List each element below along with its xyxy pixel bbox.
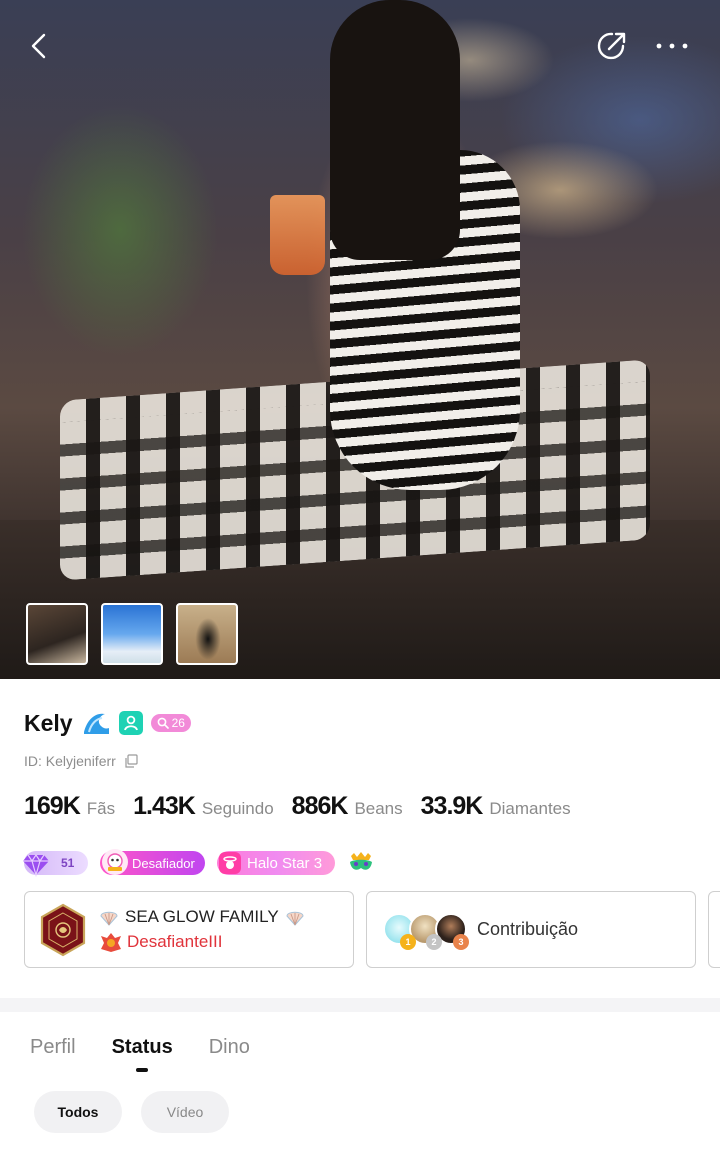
family-rank: DesafianteIII	[127, 931, 223, 951]
challenger-mascot-icon	[102, 849, 128, 875]
family-name-row: SEA GLOW FAMILY	[99, 907, 305, 927]
more-button[interactable]	[648, 22, 696, 70]
level-value: 26	[171, 716, 185, 730]
photo-thumbnail[interactable]	[26, 603, 88, 665]
family-crest-icon	[39, 903, 87, 957]
search-level-icon	[157, 717, 169, 729]
more-dots-icon	[656, 43, 688, 49]
photo-thumbnail[interactable]	[101, 603, 163, 665]
profile-cards: SEA GLOW FAMILY DesafianteIII 1 2 3 Cont…	[24, 891, 720, 968]
contribution-label: Contribuição	[477, 919, 579, 939]
tab-perfil-label: Perfil	[30, 1036, 76, 1058]
profile-stats: 169K Fãs 1.43K Seguindo 886K Beans 33.9K…	[24, 792, 589, 821]
section-divider	[0, 998, 720, 1012]
profile-tabs: Perfil Status Dino	[30, 1036, 250, 1076]
diamonds-label: Diamantes	[489, 799, 571, 818]
rank-medal-gold: 1	[400, 933, 416, 950]
share-icon	[597, 32, 626, 60]
photo-plant-shape	[0, 60, 280, 420]
halo-star-label: Halo Star 3	[247, 854, 323, 872]
rank-crest-icon	[101, 932, 121, 952]
share-button[interactable]	[588, 22, 636, 70]
badges-row: 51 Desafiador Halo Star 3	[23, 849, 375, 877]
shell-icon	[286, 911, 304, 926]
photo-cup-shape	[270, 195, 325, 275]
contribution-card[interactable]: 1 2 3 Contribuição	[366, 891, 696, 968]
desafiador-label: Desafiador	[132, 855, 195, 871]
tab-dino[interactable]: Dino	[209, 1036, 250, 1066]
filter-todos[interactable]: Todos	[34, 1091, 122, 1133]
copy-icon[interactable]	[124, 754, 138, 768]
tab-perfil[interactable]: Perfil	[30, 1036, 76, 1066]
active-tab-indicator	[136, 1068, 149, 1072]
verified-icon	[118, 711, 143, 735]
chevron-left-icon	[31, 33, 46, 59]
carnival-mask-icon[interactable]	[347, 851, 375, 875]
profile-id: ID: Kelyjeniferr	[24, 753, 116, 769]
family-rank-row: DesafianteIII	[99, 931, 305, 953]
diamond-icon	[23, 853, 49, 877]
fans-count[interactable]: 169K	[24, 792, 81, 821]
photo-thumbnails	[26, 603, 238, 665]
gem-level-value: 51	[61, 856, 75, 870]
level-badge: 26	[150, 714, 191, 732]
beans-count: 886K	[291, 792, 349, 820]
shell-icon	[100, 911, 118, 926]
following-count[interactable]: 1.43K	[133, 792, 196, 821]
family-card[interactable]: SEA GLOW FAMILY DesafianteIII	[24, 891, 354, 968]
photo-hair-shape	[330, 0, 460, 260]
fans-label: Fãs	[86, 799, 116, 818]
profile-id-row[interactable]: ID: Kelyjeniferr	[24, 753, 138, 769]
desafiador-badge[interactable]: Desafiador	[100, 849, 205, 875]
profile-cover-photo[interactable]	[0, 0, 720, 679]
family-name: SEA GLOW FAMILY	[125, 906, 279, 926]
filter-video[interactable]: Vídeo	[141, 1091, 229, 1133]
family-info: SEA GLOW FAMILY DesafianteIII	[99, 907, 305, 953]
profile-name: Kely	[24, 709, 73, 736]
rank-medal-bronze: 3	[453, 933, 469, 950]
tab-dino-label: Dino	[208, 1036, 250, 1058]
photo-thumbnail[interactable]	[176, 603, 238, 665]
wave-icon	[81, 708, 111, 738]
profile-name-row: Kely 26	[24, 706, 191, 740]
tab-status-label: Status	[111, 1036, 173, 1058]
halo-icon	[219, 852, 241, 874]
halo-star-badge[interactable]: Halo Star 3	[217, 851, 335, 875]
rank-medal-silver: 2	[426, 933, 442, 950]
following-label: Seguindo	[201, 799, 274, 818]
next-card-peek[interactable]	[708, 891, 720, 968]
tab-status[interactable]: Status	[111, 1036, 173, 1072]
beans-label: Beans	[354, 799, 403, 818]
status-filters: Todos Vídeo	[34, 1091, 229, 1133]
gem-level-badge[interactable]: 51	[23, 851, 88, 877]
top-contributors: 1 2 3	[383, 910, 469, 950]
diamonds-count: 33.9K	[420, 792, 484, 820]
back-button[interactable]	[16, 22, 64, 70]
